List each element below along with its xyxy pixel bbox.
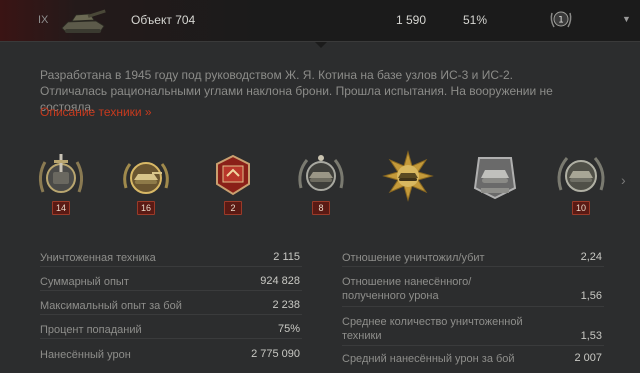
medal-4[interactable]: 8 <box>293 148 349 218</box>
divider <box>40 338 302 339</box>
stat-value: 75% <box>277 323 300 335</box>
divider <box>40 266 302 267</box>
medal-7[interactable]: 10 <box>553 148 609 218</box>
sword-medal-icon <box>38 154 84 193</box>
stat-value: 1,53 <box>580 330 602 342</box>
vehicle-description-link[interactable]: Описание техники » <box>40 105 152 119</box>
stat-label: Уничтоженная техника <box>40 252 156 264</box>
red-star-medal-icon <box>216 154 250 196</box>
medal-count: 10 <box>571 201 591 215</box>
mastery-level: 1 <box>558 16 564 26</box>
tank-name: Объект 704 <box>131 13 196 27</box>
medal-2[interactable]: 16 <box>118 148 174 218</box>
laurel-tank-medal-icon <box>298 155 344 191</box>
stat-value: 2 007 <box>574 352 602 364</box>
battles-count: 1 590 <box>396 13 427 27</box>
stat-label: Суммарный опыт <box>40 276 129 288</box>
medal-5[interactable] <box>380 148 436 218</box>
divider <box>40 290 302 291</box>
divider <box>342 266 604 267</box>
divider <box>40 314 302 315</box>
stat-value: 2,24 <box>580 251 602 263</box>
medal-3[interactable]: 2 <box>205 148 261 218</box>
medal-count: 14 <box>51 201 71 215</box>
tank-gold-medal-icon <box>123 162 169 194</box>
medal-count: 16 <box>136 201 156 215</box>
sunburst-tank-medal-icon <box>382 150 434 202</box>
stat-value: 924 828 <box>260 275 300 287</box>
chevron-down-icon[interactable]: ▼ <box>622 14 631 24</box>
tank-thumbnail-icon <box>61 9 106 33</box>
stat-value: 2 115 <box>273 251 300 263</box>
header-pointer <box>315 42 327 48</box>
wreath-tank-medal-icon <box>557 157 605 192</box>
stat-value: 1,56 <box>580 290 602 302</box>
medals-next-arrow-icon[interactable]: › <box>621 172 626 188</box>
silver-tank-medal-icon <box>473 157 517 200</box>
medal-1[interactable]: 14 <box>33 148 89 218</box>
medal-6[interactable] <box>467 148 523 218</box>
stat-value: 2 238 <box>272 299 300 311</box>
vehicle-header-row[interactable]: IX Объект 704 1 590 51% 1 ▼ <box>0 0 640 42</box>
mastery-badge-icon: 1 <box>550 11 572 28</box>
divider <box>342 306 604 307</box>
tier-label: IX <box>38 14 49 26</box>
medal-count: 8 <box>312 201 330 215</box>
medal-count: 2 <box>224 201 242 215</box>
stat-value: 2 775 090 <box>251 348 300 360</box>
win-rate: 51% <box>463 13 488 27</box>
divider <box>342 345 604 346</box>
stat-label: Максимальный опыт за бой <box>40 300 182 312</box>
stat-label: Процент попаданий <box>40 324 142 336</box>
stat-label: Нанесённый урон <box>40 349 131 361</box>
